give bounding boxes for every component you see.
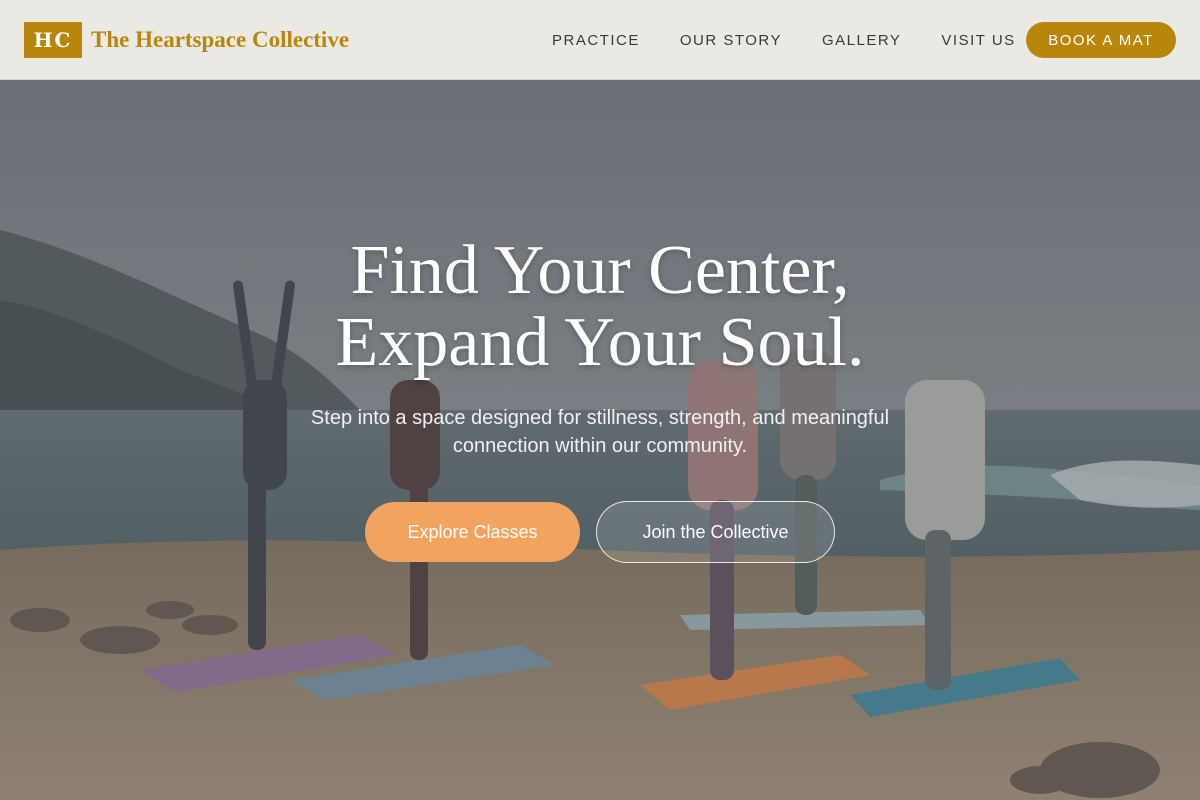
main-nav: PRACTICE OUR STORY GALLERY VISIT US [552,0,1016,80]
brand-name: The Heartspace Collective [91,26,350,52]
nav-link-gallery[interactable]: GALLERY [822,32,901,49]
explore-classes-button[interactable]: Explore Classes [365,502,580,562]
join-collective-button[interactable]: Join the Collective [596,501,835,563]
logo-mark: HC [24,21,82,58]
site-header: HC The Heartspace Collective PRACTICE OU… [0,0,1200,80]
hero-heading-line-2: Expand Your Soul. [335,304,865,381]
hero-subtitle: Step into a space designed for stillness… [310,407,890,457]
nav-link-practice[interactable]: PRACTICE [552,32,640,49]
brand-logo-link[interactable]: HC The Heartspace Collective [24,21,350,58]
hero-heading: Find Your Center, Expand Your Soul. [200,235,1000,379]
nav-link-visit-us[interactable]: VISIT US [941,32,1015,49]
hero-heading-line-1: Find Your Center, [350,232,850,309]
hero-content: Find Your Center, Expand Your Soul. Step… [0,80,1200,800]
nav-link-our-story[interactable]: OUR STORY [680,32,782,49]
book-a-mat-button[interactable]: BOOK A MAT [1026,22,1176,58]
hero-section: Find Your Center, Expand Your Soul. Step… [0,80,1200,800]
